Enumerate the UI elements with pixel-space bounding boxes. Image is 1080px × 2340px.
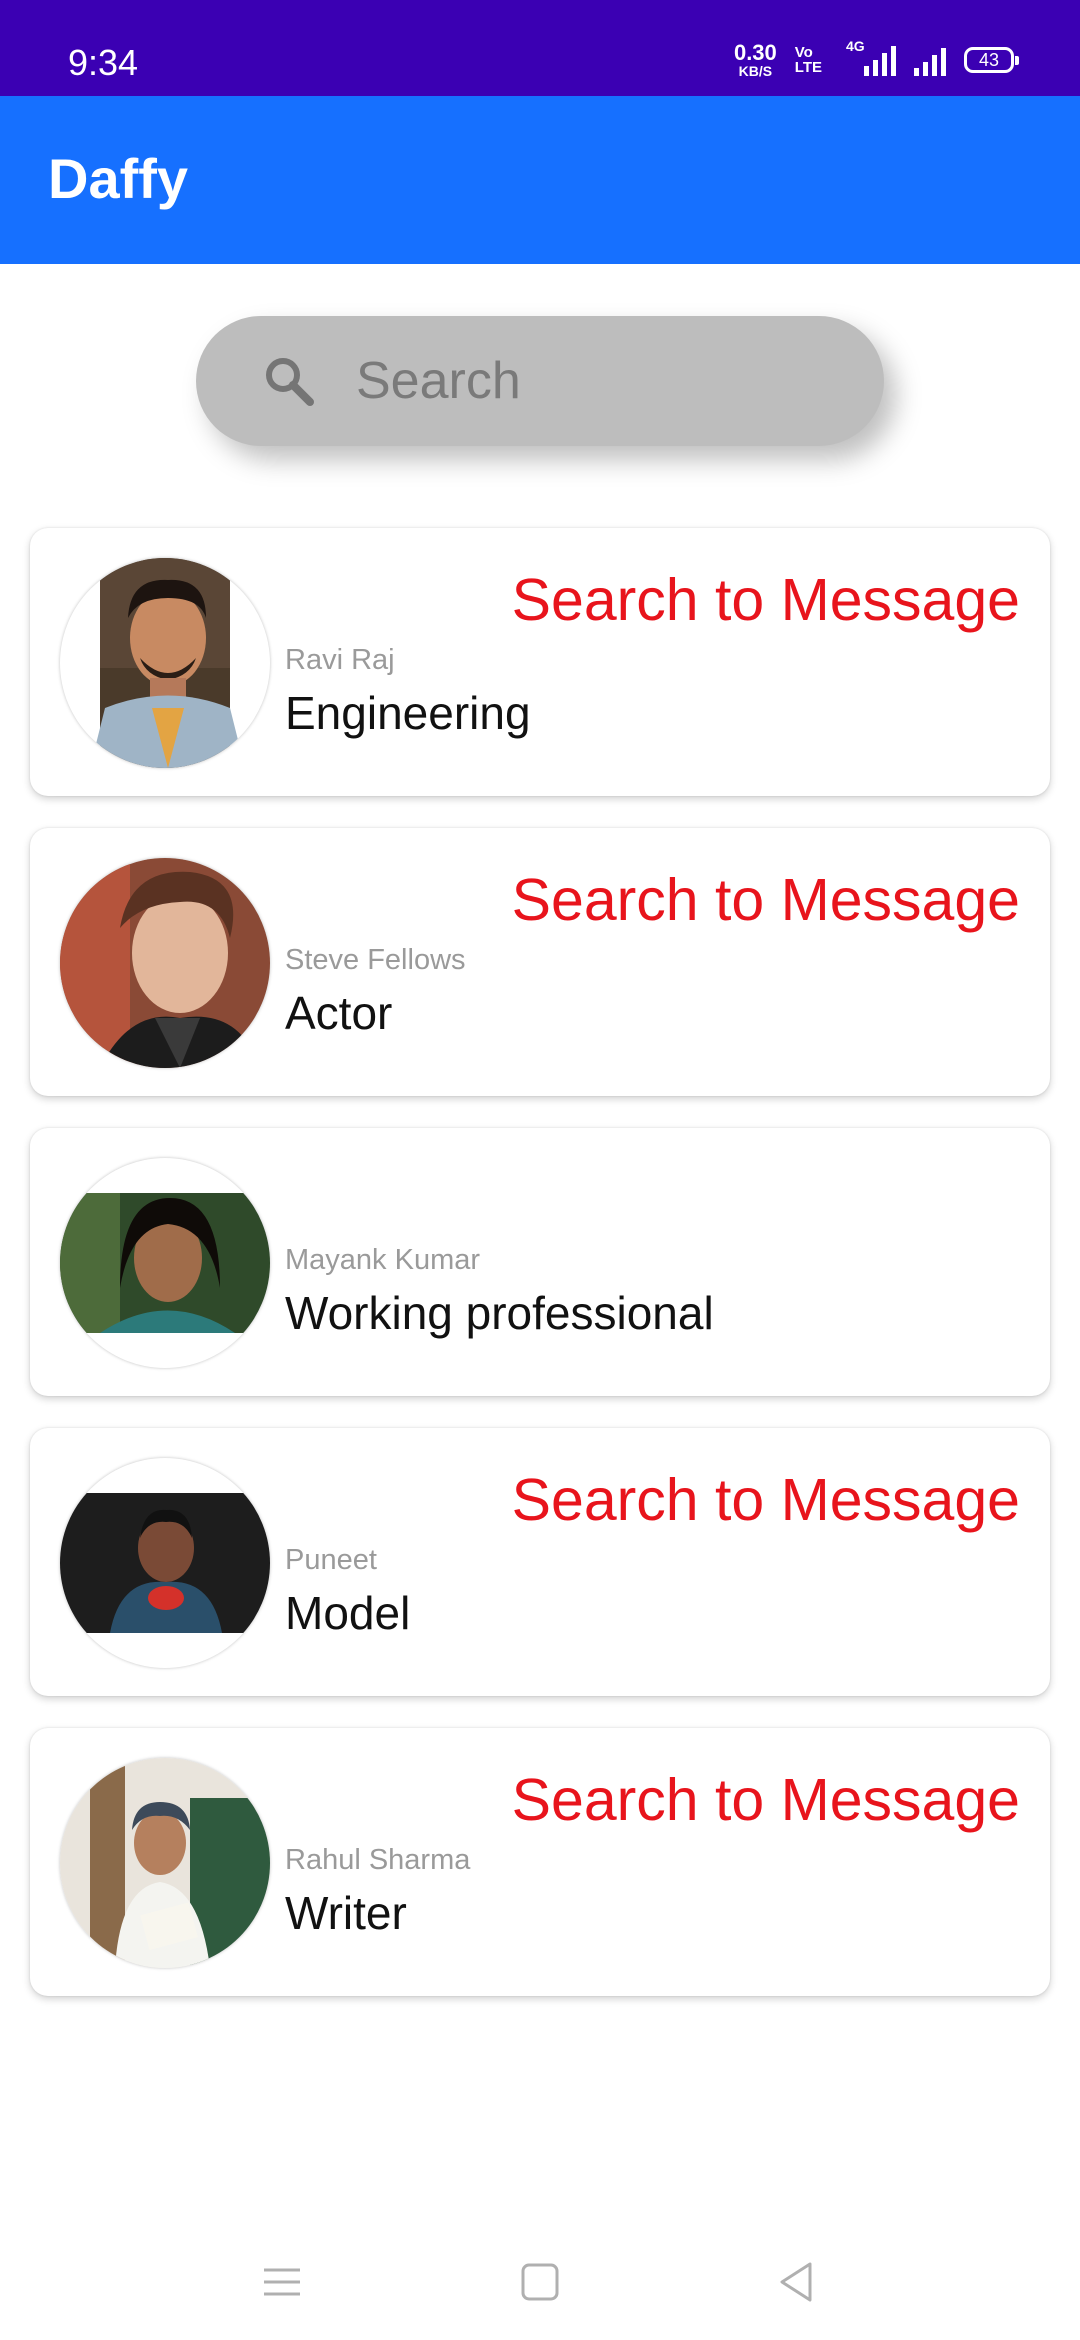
contact-card-mayank-kumar[interactable]: Mayank Kumar Working professional — [30, 1128, 1050, 1396]
search-icon — [266, 358, 314, 406]
signal-4g-icon: 4G — [846, 38, 896, 76]
search-to-message-link[interactable]: Search to Message — [512, 1466, 1020, 1534]
search-to-message-link[interactable]: Search to Message — [512, 566, 1020, 634]
avatar-photo — [90, 558, 245, 768]
contact-card-rahul-sharma[interactable]: Search to Message Rahul Sharma Writer — [30, 1728, 1050, 1996]
net-speed-value: 0.30 — [733, 40, 777, 65]
status-time: 9:34 — [68, 42, 139, 83]
app-bar: Daffy — [0, 96, 1080, 264]
contact-card-ravi-raj[interactable]: Search to Message Ravi Raj Engineering — [30, 528, 1050, 796]
search-to-message-link[interactable]: Search to Message — [512, 866, 1020, 934]
network-type: 4G — [846, 38, 865, 54]
signal-icon — [914, 44, 946, 76]
home-square-icon[interactable] — [510, 2252, 570, 2312]
volte-bottom: LTE — [794, 59, 822, 76]
search-bar[interactable] — [196, 316, 884, 446]
avatar-photo — [60, 1493, 270, 1633]
contact-role: Engineering — [285, 687, 531, 739]
net-speed-unit: KB/S — [738, 63, 773, 79]
contact-card-puneet[interactable]: Search to Message Puneet Model — [30, 1428, 1050, 1696]
search-to-message-link[interactable]: Search to Message — [512, 1766, 1020, 1834]
search-input[interactable] — [356, 340, 836, 422]
net-speed: 0.30 KB/S — [733, 40, 777, 79]
contact-name: Puneet — [285, 1544, 377, 1576]
contact-name: Ravi Raj — [285, 644, 395, 676]
system-nav-bar — [0, 2220, 1080, 2340]
avatar-photo — [60, 1758, 270, 1968]
menu-icon[interactable] — [252, 2252, 312, 2312]
back-triangle-icon[interactable] — [766, 2252, 826, 2312]
avatar-photo — [60, 858, 270, 1068]
avatar-photo — [60, 1193, 270, 1333]
contact-role: Actor — [285, 987, 393, 1039]
contact-role: Working professional — [285, 1287, 714, 1339]
avatar — [60, 1758, 270, 1968]
contact-name: Mayank Kumar — [285, 1244, 481, 1276]
contact-card-steve-fellows[interactable]: Search to Message Steve Fellows Actor — [30, 828, 1050, 1096]
battery-level: 43 — [978, 49, 1000, 70]
contact-name: Rahul Sharma — [285, 1844, 471, 1876]
status-icons: 0.30 KB/S Vo LTE 4G 43 — [733, 38, 1019, 80]
avatar — [60, 1458, 270, 1668]
avatar — [60, 558, 270, 768]
contact-role: Writer — [285, 1887, 407, 1939]
status-bar: 9:34 0.30 KB/S Vo LTE 4G 43 — [0, 0, 1080, 96]
app-title: Daffy — [48, 147, 189, 210]
volte-top: Vo — [794, 44, 813, 61]
battery-icon: 43 — [964, 47, 1019, 73]
contact-role: Model — [285, 1587, 411, 1639]
avatar — [60, 1158, 270, 1368]
contact-name: Steve Fellows — [285, 944, 466, 976]
volte-icon: Vo LTE — [795, 45, 822, 75]
avatar — [60, 858, 270, 1068]
